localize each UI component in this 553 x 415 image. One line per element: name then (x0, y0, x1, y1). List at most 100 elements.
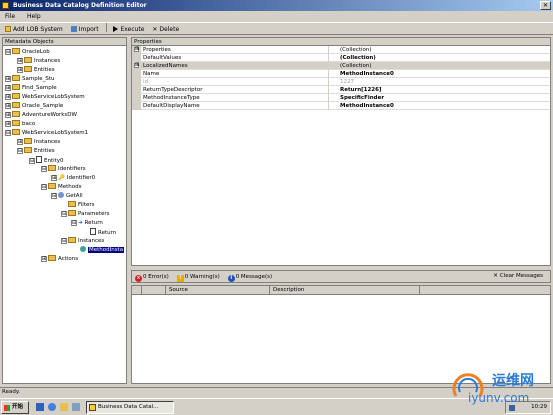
folder-icon (68, 237, 76, 243)
tree-node-return-param[interactable]: ⊟ ➜ Return (71, 219, 103, 228)
expand-icon[interactable]: ⊞ (134, 63, 139, 68)
folder-icon (24, 138, 32, 144)
tree-node-entities[interactable]: ⊞ Entities (17, 66, 55, 75)
menu-file[interactable]: File (0, 11, 20, 22)
clear-messages-button[interactable]: ✕ Clear Messages (490, 271, 546, 282)
collapse-icon[interactable]: ⊟ (5, 49, 11, 55)
quicklaunch-browser-icon[interactable] (48, 403, 56, 411)
tree-node-instances-3[interactable]: ⊟ Instances (61, 237, 104, 246)
expand-icon[interactable]: ⊞ (5, 121, 11, 127)
expand-icon[interactable]: ⊞ (17, 139, 23, 145)
property-row[interactable]: DefaultDisplayName MethodInstance0 (132, 102, 550, 110)
property-key: LocalizedNames (141, 62, 329, 70)
quicklaunch-explorer-icon[interactable] (60, 403, 68, 411)
network-icon[interactable] (509, 405, 515, 411)
property-row[interactable]: Name MethodInstance0 (132, 70, 550, 78)
menu-help[interactable]: Help (22, 11, 46, 22)
parameter-arrow-icon: ➜ (78, 220, 83, 226)
tree-node-entity0[interactable]: ⊟ Entity0 (29, 156, 64, 165)
row-gutter (132, 102, 141, 110)
folder-icon (12, 120, 20, 126)
expand-icon[interactable]: ⊞ (5, 94, 11, 100)
tree-node-oraclelob[interactable]: ⊟ OracleLob (5, 48, 50, 57)
collapse-icon[interactable]: ⊟ (17, 148, 23, 154)
collapse-icon[interactable]: ⊟ (41, 166, 47, 172)
close-button[interactable]: ✕ (540, 1, 551, 10)
tree-node-label: Sample_Stu (22, 76, 55, 82)
folder-icon (12, 129, 20, 135)
tree-node-webservicelobsystem1[interactable]: ⊟ WebServiceLobSystem1 (5, 129, 88, 138)
tree-node-entities-2[interactable]: ⊟ Entities (17, 147, 55, 156)
column-description[interactable]: Description (270, 286, 420, 295)
tree-node-webservicelobsystem[interactable]: ⊞ WebServiceLobSystem (5, 93, 85, 102)
expand-icon[interactable]: ⊞ (51, 175, 57, 181)
property-value[interactable]: MethodInstance0 (338, 70, 394, 78)
expand-icon[interactable]: ⊞ (41, 256, 47, 262)
property-value[interactable]: (Collection) (338, 62, 372, 70)
collapse-icon[interactable]: ⊟ (41, 184, 47, 190)
tree-node-instances[interactable]: ⊞ Instances (17, 57, 60, 66)
collapse-icon[interactable]: ⊟ (5, 130, 11, 136)
tree-node-label: Entity0 (44, 158, 64, 164)
property-value[interactable]: (Collection) (338, 46, 372, 54)
row-gutter: ⊞ (132, 62, 141, 70)
expand-icon[interactable]: ⊞ (17, 58, 23, 64)
property-row[interactable]: ⊞ Properties (Collection) (132, 46, 550, 54)
menu-bar: File Help (0, 11, 553, 22)
column-icon[interactable] (132, 286, 142, 295)
delete-button[interactable]: ✕ Delete (149, 24, 182, 35)
property-value[interactable]: (Collection) (338, 54, 376, 62)
tree-node-oracle-sample[interactable]: ⊞ Oracle_Sample (5, 102, 63, 111)
tree-node-getall[interactable]: ⊟ GetAll (51, 192, 83, 201)
collapse-icon[interactable]: ⊟ (29, 158, 35, 164)
expand-icon[interactable]: ⊞ (134, 47, 139, 52)
property-row[interactable]: ⊞ LocalizedNames (Collection) (132, 62, 550, 70)
messages-toggle[interactable]: i0 Message(s) (225, 272, 276, 283)
tree-node-methodinstance-selected[interactable]: MethodInsta (73, 246, 125, 255)
expand-icon[interactable]: ⊞ (17, 67, 23, 73)
import-button[interactable]: Import (68, 24, 102, 35)
window-title: Business Data Catalog Definition Editor (13, 2, 147, 9)
property-row[interactable]: MethodInstanceType SpecificFinder (132, 94, 550, 102)
collapse-icon[interactable]: ⊟ (71, 220, 77, 226)
pane-splitter[interactable] (131, 266, 551, 269)
tree-node-instances-2[interactable]: ⊞ Instances (17, 138, 60, 147)
tree-node-return-type[interactable]: Return (83, 228, 116, 237)
property-value[interactable]: SpecificFinder (338, 94, 384, 102)
tree-node-identifier0[interactable]: ⊞ 🔑 Identifier0 (51, 174, 95, 183)
column-source[interactable]: Source (166, 286, 270, 295)
collapse-icon[interactable]: ⊟ (61, 211, 67, 217)
warnings-toggle[interactable]: ! 0 Warning(s) (174, 272, 223, 283)
tree-node-filters[interactable]: Filters (61, 201, 95, 210)
start-button[interactable]: 开始 (1, 401, 29, 414)
expand-icon[interactable]: ⊞ (5, 112, 11, 118)
property-row: Id 1227 (132, 78, 550, 86)
tree-node-label: AdventureWorksDW (22, 112, 77, 118)
quicklaunch-desktop-icon[interactable] (72, 403, 80, 411)
taskbar-window-button[interactable]: Business Data Catal... (86, 401, 174, 414)
column-blank[interactable] (142, 286, 166, 295)
execute-button[interactable]: Execute (110, 24, 147, 35)
collapse-icon[interactable]: ⊟ (51, 193, 57, 199)
property-value[interactable]: Return[1226] (338, 86, 381, 94)
tree-node-find-sample[interactable]: ⊞ Find_Sample (5, 84, 57, 93)
tree-node-methods[interactable]: ⊟ Methods (41, 183, 82, 192)
tree-node-label: Entities (34, 148, 55, 154)
quicklaunch-ie-icon[interactable] (36, 403, 44, 411)
property-row[interactable]: ReturnTypeDescriptor Return[1226] (132, 86, 550, 94)
errors-toggle[interactable]: × 0 Error(s) (132, 272, 172, 283)
add-lob-system-button[interactable]: Add LOB System (2, 24, 66, 35)
collapse-icon[interactable]: ⊟ (61, 238, 67, 244)
property-value[interactable]: MethodInstance0 (338, 102, 394, 110)
tree-node-identifiers[interactable]: ⊟ Identifiers (41, 165, 86, 174)
property-row[interactable]: DefaultValues (Collection) (132, 54, 550, 62)
tree-node-parameters[interactable]: ⊟ Parameters (61, 210, 109, 219)
tree-node-baco[interactable]: ⊞ baco (5, 120, 35, 129)
expand-icon[interactable]: ⊞ (5, 103, 11, 109)
expand-icon[interactable]: ⊞ (5, 85, 11, 91)
tree-node-sample-stu[interactable]: ⊞ Sample_Stu (5, 75, 55, 84)
tree-node-label: MethodInsta (88, 247, 125, 253)
tree-node-actions[interactable]: ⊞ Actions (41, 255, 78, 264)
tree-node-adventureworksdw[interactable]: ⊞ AdventureWorksDW (5, 111, 77, 120)
expand-icon[interactable]: ⊞ (5, 76, 11, 82)
